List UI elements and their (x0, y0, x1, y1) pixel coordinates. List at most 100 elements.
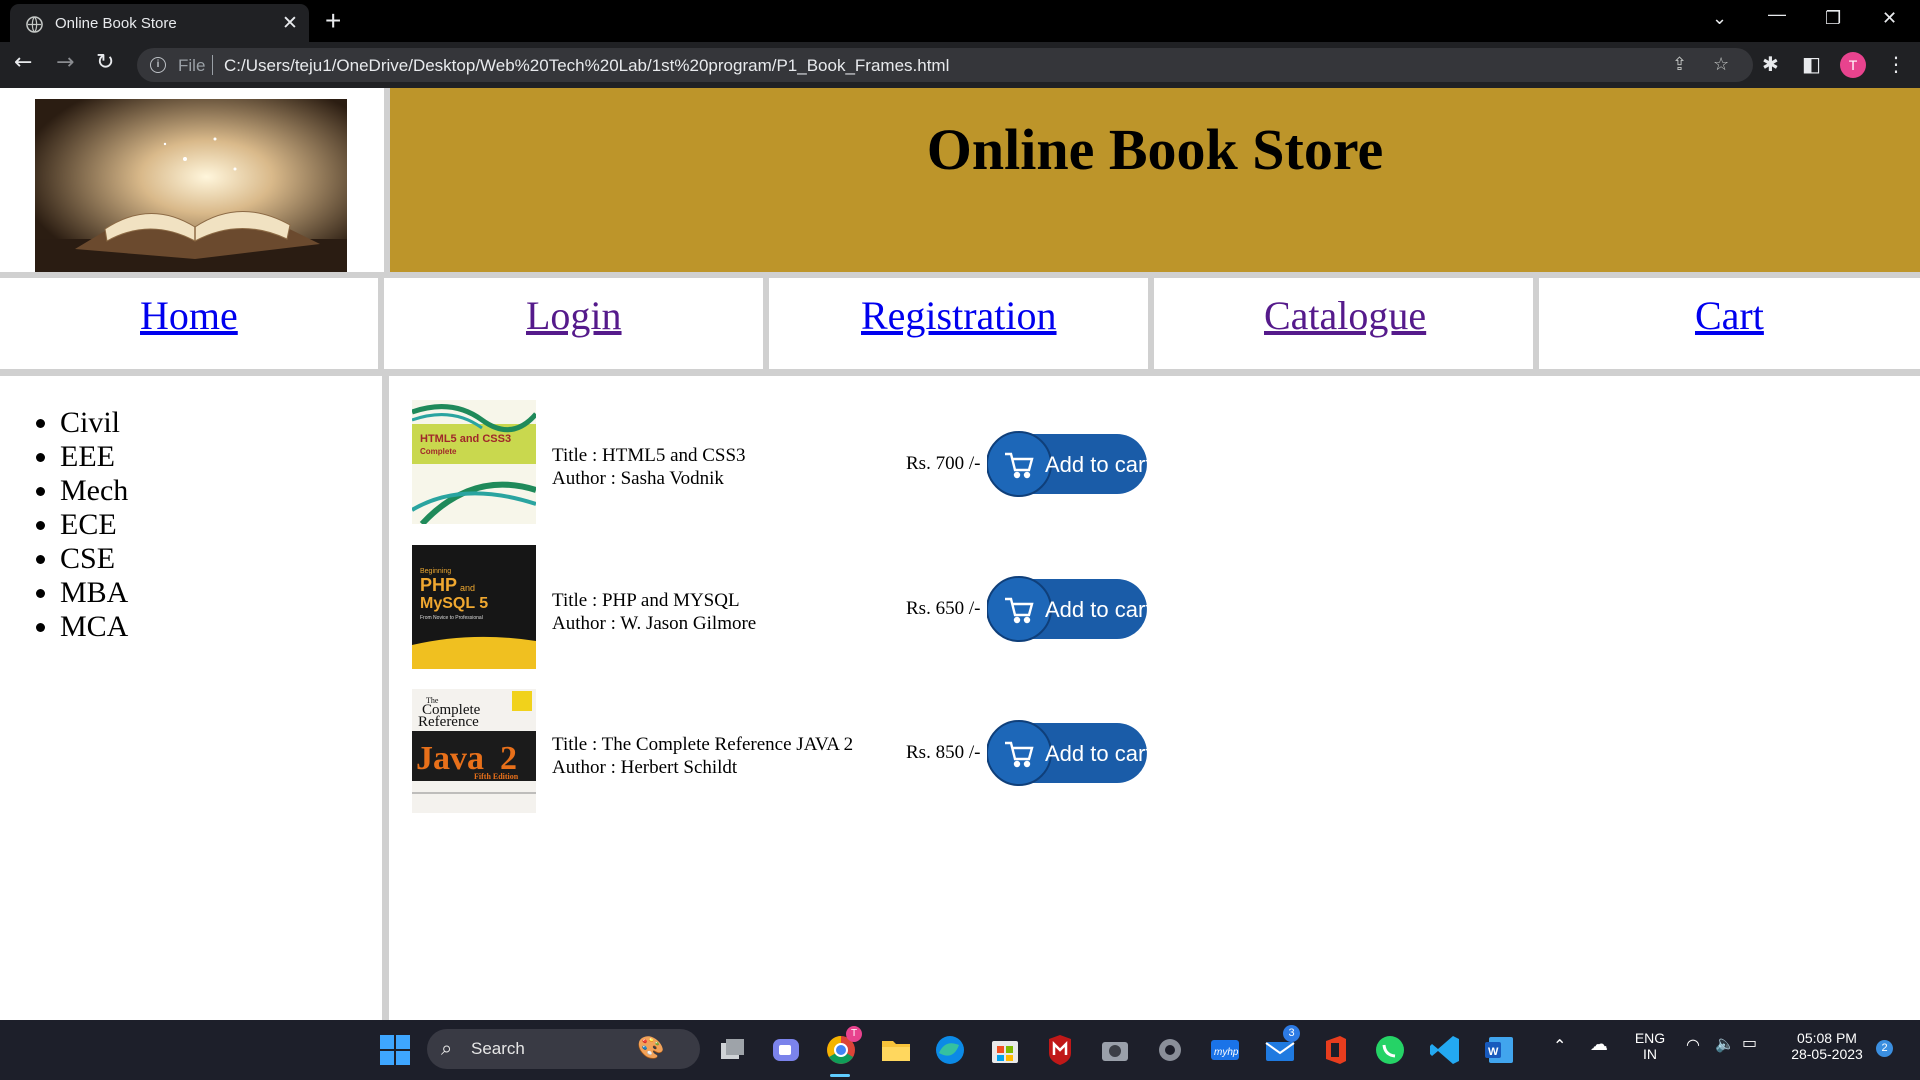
svg-text:W: W (1488, 1046, 1499, 1058)
new-tab-icon[interactable]: + (325, 5, 341, 37)
browser-toolbar: ← → ↻ i File C:/Users/teju1/OneDrive/Des… (0, 42, 1920, 88)
svg-text:Complete: Complete (420, 447, 457, 456)
book-cover-image: Beginning PHP and MySQL 5 From Novice to… (412, 545, 536, 669)
back-icon[interactable]: ← (14, 50, 32, 75)
extensions-icon[interactable]: ✱ (1762, 52, 1779, 76)
minimize-icon[interactable]: — (1768, 4, 1786, 25)
tab-search-icon[interactable]: ⌄ (1712, 8, 1727, 29)
close-tab-icon[interactable]: ✕ (282, 12, 298, 35)
separator (212, 55, 213, 75)
onedrive-cloud-icon[interactable]: ☁ (1590, 1034, 1608, 1055)
book-title: Title : PHP and MYSQL (552, 590, 740, 611)
nav-catalogue-link[interactable]: Catalogue (1264, 292, 1426, 339)
frame-border[interactable] (763, 278, 769, 370)
camera-icon[interactable] (1096, 1031, 1134, 1069)
forward-icon[interactable]: → (56, 50, 74, 75)
close-window-icon[interactable]: ✕ (1882, 8, 1897, 29)
book-author: Author : Sasha Vodnik (552, 468, 724, 489)
taskbar-search[interactable]: ⌕ Search 🎨 (427, 1029, 700, 1069)
windows-start-icon[interactable] (376, 1031, 414, 1069)
book-cover-image: The Complete Reference Java 2 Fifth Edit… (412, 689, 536, 813)
page-title: Online Book Store (926, 117, 1384, 182)
open-book-image (35, 99, 347, 272)
globe-icon (26, 16, 43, 33)
task-view-icon[interactable] (713, 1031, 751, 1069)
browser-tab[interactable]: Online Book Store ✕ (10, 4, 309, 42)
edge-icon[interactable] (931, 1031, 969, 1069)
book-row: Beginning PHP and MySQL 5 From Novice to… (412, 545, 1412, 671)
department-item: ECE (60, 508, 382, 542)
frame-border[interactable] (1148, 278, 1154, 370)
frame-border[interactable] (0, 369, 1920, 376)
search-icon: ⌕ (441, 1036, 453, 1060)
frame-border[interactable] (382, 376, 389, 1020)
vscode-icon[interactable] (1426, 1031, 1464, 1069)
language-indicator[interactable]: ENG IN (1630, 1030, 1670, 1062)
file-explorer-icon[interactable] (877, 1031, 915, 1069)
notification-badge[interactable]: 2 (1876, 1040, 1893, 1057)
address-bar[interactable]: i File C:/Users/teju1/OneDrive/Desktop/W… (137, 48, 1753, 82)
whatsapp-icon[interactable] (1371, 1031, 1409, 1069)
svg-text:myhp: myhp (1214, 1047, 1239, 1058)
catalogue-frame: HTML5 and CSS3 Complete Title : HTML5 an… (389, 376, 1920, 1020)
mcafee-icon[interactable] (1041, 1031, 1079, 1069)
nav-registration-link[interactable]: Registration (861, 292, 1057, 339)
frame-border[interactable] (378, 278, 384, 370)
department-item: Mech (60, 474, 382, 508)
bookmark-star-icon[interactable]: ☆ (1713, 54, 1729, 75)
browser-tab-strip: Online Book Store ✕ + ⌄ — ❐ ✕ (0, 0, 1920, 42)
settings-icon[interactable] (1151, 1031, 1189, 1069)
word-icon[interactable]: W (1481, 1031, 1519, 1069)
department-item: CSE (60, 542, 382, 576)
share-icon[interactable]: ⇪ (1672, 54, 1687, 75)
clock-time: 05:08 PM (1797, 1030, 1857, 1046)
svg-text:Beginning: Beginning (420, 568, 451, 575)
search-highlight-icon: 🎨 (637, 1035, 665, 1060)
nav-cart-link[interactable]: Cart (1695, 292, 1764, 339)
wifi-icon[interactable]: ◠ (1686, 1035, 1700, 1054)
microsoft-store-icon[interactable] (986, 1031, 1024, 1069)
menu-icon[interactable]: ⋮ (1886, 52, 1906, 76)
add-to-cart-button[interactable]: Add to cart (987, 573, 1149, 645)
show-hidden-icons-chevron-icon[interactable]: ⌃ (1553, 1036, 1566, 1055)
book-price: Rs. 700 /- (906, 453, 981, 474)
language-code: ENG (1634, 1030, 1666, 1046)
department-item: MBA (60, 576, 382, 610)
book-title: Title : The Complete Reference JAVA 2 (552, 734, 854, 755)
site-info-icon[interactable]: i (150, 57, 166, 73)
book-row: The Complete Reference Java 2 Fifth Edit… (412, 689, 1412, 815)
profile-avatar[interactable]: T (1840, 52, 1866, 78)
svg-text:Add to cart: Add to cart (1045, 597, 1149, 622)
title-frame: Online Book Store (390, 88, 1920, 272)
clock-date: 28-05-2023 (1791, 1046, 1863, 1062)
chrome-profile-badge: T (846, 1026, 862, 1042)
restore-icon[interactable]: ❐ (1825, 8, 1841, 29)
active-app-indicator (830, 1074, 850, 1077)
svg-text:From Novice to Professional: From Novice to Professional (420, 615, 483, 621)
add-to-cart-button[interactable]: Add to cart (987, 428, 1149, 500)
reload-icon[interactable]: ↻ (96, 50, 114, 75)
svg-text:HTML5 and CSS3: HTML5 and CSS3 (420, 433, 511, 445)
department-item: EEE (60, 440, 382, 474)
nav-home-link[interactable]: Home (140, 292, 238, 339)
add-to-cart-button[interactable]: Add to cart (987, 717, 1149, 789)
book-author: Author : Herbert Schildt (552, 757, 738, 778)
volume-icon[interactable]: 🔈 (1715, 1034, 1735, 1053)
side-panel-icon[interactable]: ◧ (1802, 52, 1821, 76)
clock[interactable]: 05:08 PM 28-05-2023 (1782, 1030, 1872, 1062)
taskbar: ⌕ Search 🎨 T myhp 3 W ⌃ ☁ ENG IN ◠ 🔈 ▭ 0… (0, 1020, 1920, 1080)
frame-border[interactable] (1533, 278, 1539, 370)
svg-text:PHP: PHP (420, 575, 457, 595)
book-info: Title : The Complete Reference JAVA 2 Au… (552, 733, 853, 779)
teams-chat-icon[interactable] (767, 1031, 805, 1069)
svg-text:Add to cart: Add to cart (1045, 741, 1149, 766)
book-title: Title : HTML5 and CSS3 (552, 445, 746, 466)
url-text[interactable]: C:/Users/teju1/OneDrive/Desktop/Web%20Te… (224, 56, 949, 76)
battery-icon[interactable]: ▭ (1742, 1033, 1757, 1052)
office-icon[interactable] (1316, 1031, 1354, 1069)
nav-login-link[interactable]: Login (526, 292, 622, 339)
nav-frame: Home Login Registration Catalogue Cart (0, 278, 1920, 368)
search-label: Search (471, 1039, 525, 1058)
book-author: Author : W. Jason Gilmore (552, 613, 757, 634)
myhp-icon[interactable]: myhp (1206, 1031, 1244, 1069)
